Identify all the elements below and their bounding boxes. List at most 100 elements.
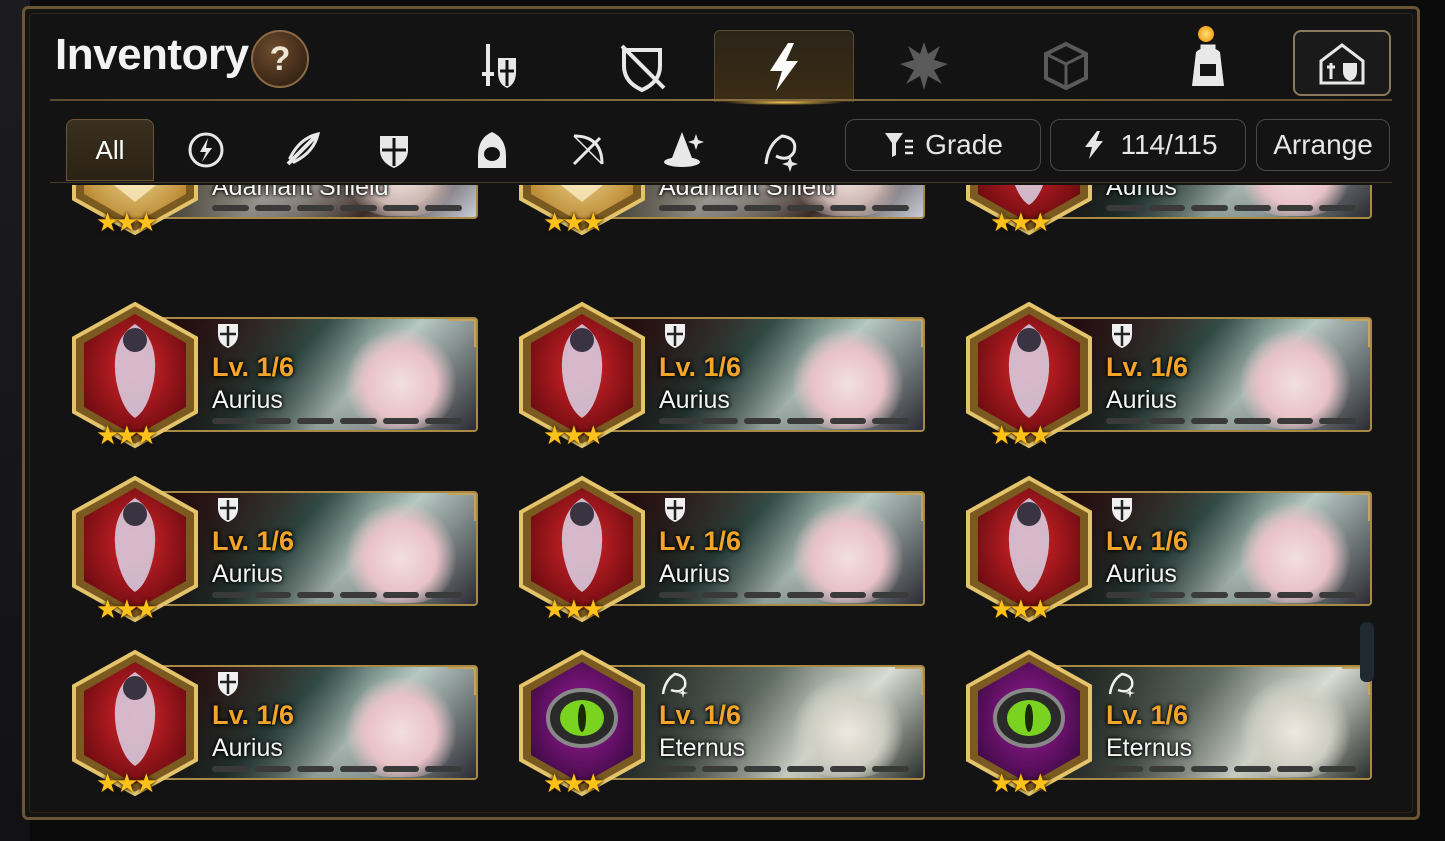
character-art (793, 677, 903, 777)
filter-all-classes[interactable] (162, 119, 250, 181)
star-rating: ★★★ (543, 768, 605, 798)
character-art (346, 329, 456, 429)
artifact-level: Lv. 1/6 (1106, 700, 1189, 730)
tab-catalysts[interactable] (996, 30, 1136, 102)
artifact-level: Lv. 1/6 (659, 352, 742, 382)
all-classes-icon (188, 132, 224, 168)
knight-icon (286, 132, 320, 166)
character-art (793, 503, 903, 603)
corner-ornament (448, 493, 476, 521)
soul-weaver-icon (1106, 668, 1138, 700)
warrior-icon (380, 136, 408, 168)
artifact-level: Lv. 1/6 (1106, 526, 1189, 556)
count-label: 114/115 (1120, 129, 1218, 160)
filter-mage[interactable] (638, 119, 726, 181)
artifact-grid: ★★★Lv. 1/6Adamant Shield★★★Lv. 1/6Adaman… (60, 185, 1390, 800)
artifact-name: Aurius (659, 560, 730, 588)
knight-icon (1106, 320, 1138, 352)
star-rating: ★★★ (990, 207, 1052, 237)
character-art (793, 329, 903, 429)
artifact-level: Lv. 1/6 (212, 352, 295, 382)
artifact-card[interactable]: ★★★Lv. 1/6Aurius (507, 474, 927, 624)
storage-button[interactable] (1293, 30, 1391, 96)
enhance-progress (1106, 766, 1357, 772)
artifact-card[interactable]: ★★★Lv. 1/6Adamant Shield (60, 185, 480, 237)
character-art (346, 677, 456, 777)
sword-shield-icon (482, 44, 516, 88)
filter-soul-weaver[interactable] (736, 119, 824, 181)
corner-ornament (448, 667, 476, 695)
artifact-card[interactable]: ★★★ Lv. 1/6 Aurius (507, 300, 927, 450)
filter-funnel-icon (885, 133, 914, 157)
knight-icon (659, 320, 691, 352)
artifact-level: Lv. 1/6 (659, 700, 742, 730)
notification-dot (1198, 26, 1214, 42)
knight-icon (659, 494, 691, 526)
star-rating: ★★★ (543, 420, 605, 450)
star-rating: ★★★ (96, 420, 158, 450)
star-rating: ★★★ (990, 768, 1052, 798)
artifact-name: Aurius (212, 560, 283, 588)
star-rating: ★★★ (543, 594, 605, 624)
artifact-level: Lv. 1/6 (212, 526, 295, 556)
enhance-progress (659, 418, 910, 424)
tab-artifacts[interactable] (714, 30, 854, 105)
artifact-name: Adamant Shield (212, 185, 389, 201)
artifact-name: Aurius (212, 386, 283, 414)
filter-ranger[interactable] (544, 119, 632, 181)
artifact-name: Aurius (212, 734, 283, 762)
star-rating: ★★★ (990, 420, 1052, 450)
artifact-card[interactable]: ★★★ Lv. 1/6 Aurius (60, 300, 480, 450)
tab-weapon-armor[interactable] (430, 30, 570, 102)
filter-knight[interactable] (258, 119, 346, 181)
filter-thief[interactable] (448, 119, 536, 181)
corner-ornament (1342, 493, 1370, 521)
corner-ornament (895, 319, 923, 347)
artifact-name: Aurius (659, 386, 730, 414)
filter-divider (50, 182, 1392, 183)
mage-icon (664, 132, 704, 167)
artifact-card[interactable]: ★★★Lv. 1/6Aurius (954, 185, 1374, 237)
storage-house-icon (1319, 43, 1365, 85)
enhance-progress (659, 205, 910, 211)
star-rating: ★★★ (990, 594, 1052, 624)
artifact-card[interactable]: ★★★Lv. 1/6Aurius (954, 300, 1374, 450)
artifact-card[interactable]: ★★★ Lv. 1/6 Eternus (954, 648, 1374, 798)
artifact-card[interactable]: ★★★ Lv. 1/6 Aurius (60, 474, 480, 624)
filter-warrior[interactable] (350, 119, 438, 181)
knight-icon (212, 320, 244, 352)
corner-ornament (895, 667, 923, 695)
artifact-name: Aurius (1106, 185, 1177, 201)
enhance-progress (212, 766, 463, 772)
artifact-name: Eternus (1106, 734, 1193, 762)
scrollbar[interactable] (1360, 622, 1374, 682)
page-title: Inventory (55, 30, 249, 79)
artifact-card[interactable]: ★★★Lv. 1/6Aurius (60, 648, 480, 798)
artifact-card[interactable]: ★★★ Lv. 1/6 Aurius (954, 474, 1374, 624)
corner-ornament (895, 493, 923, 521)
splash-icon (900, 42, 948, 90)
help-button[interactable]: ? (251, 30, 309, 88)
tab-materials[interactable] (854, 30, 994, 102)
soul-weaver-icon (659, 668, 691, 700)
arrange-label: Arrange (1273, 129, 1373, 160)
tab-equip-off[interactable] (572, 30, 712, 102)
character-art (346, 503, 456, 603)
arrange-button[interactable]: Arrange (1256, 119, 1390, 171)
enhance-progress (212, 592, 463, 598)
grade-filter-button[interactable]: Grade (845, 119, 1041, 171)
artifact-level: Lv. 1/6 (212, 700, 295, 730)
grade-label: Grade (925, 129, 1003, 160)
enhance-progress (659, 766, 910, 772)
star-rating: ★★★ (96, 594, 158, 624)
cube-icon (1044, 41, 1088, 91)
thief-icon (478, 132, 506, 168)
backpack-icon (1192, 44, 1224, 86)
filter-all[interactable]: All (66, 119, 154, 181)
character-art (1240, 677, 1350, 777)
artifact-card[interactable]: ★★★Lv. 1/6Adamant Shield (507, 185, 927, 237)
artifact-name: Aurius (1106, 560, 1177, 588)
star-rating: ★★★ (96, 207, 158, 237)
artifact-card[interactable]: ★★★ Lv. 1/6 Eternus (507, 648, 927, 798)
artifact-name: Adamant Shield (659, 185, 836, 201)
